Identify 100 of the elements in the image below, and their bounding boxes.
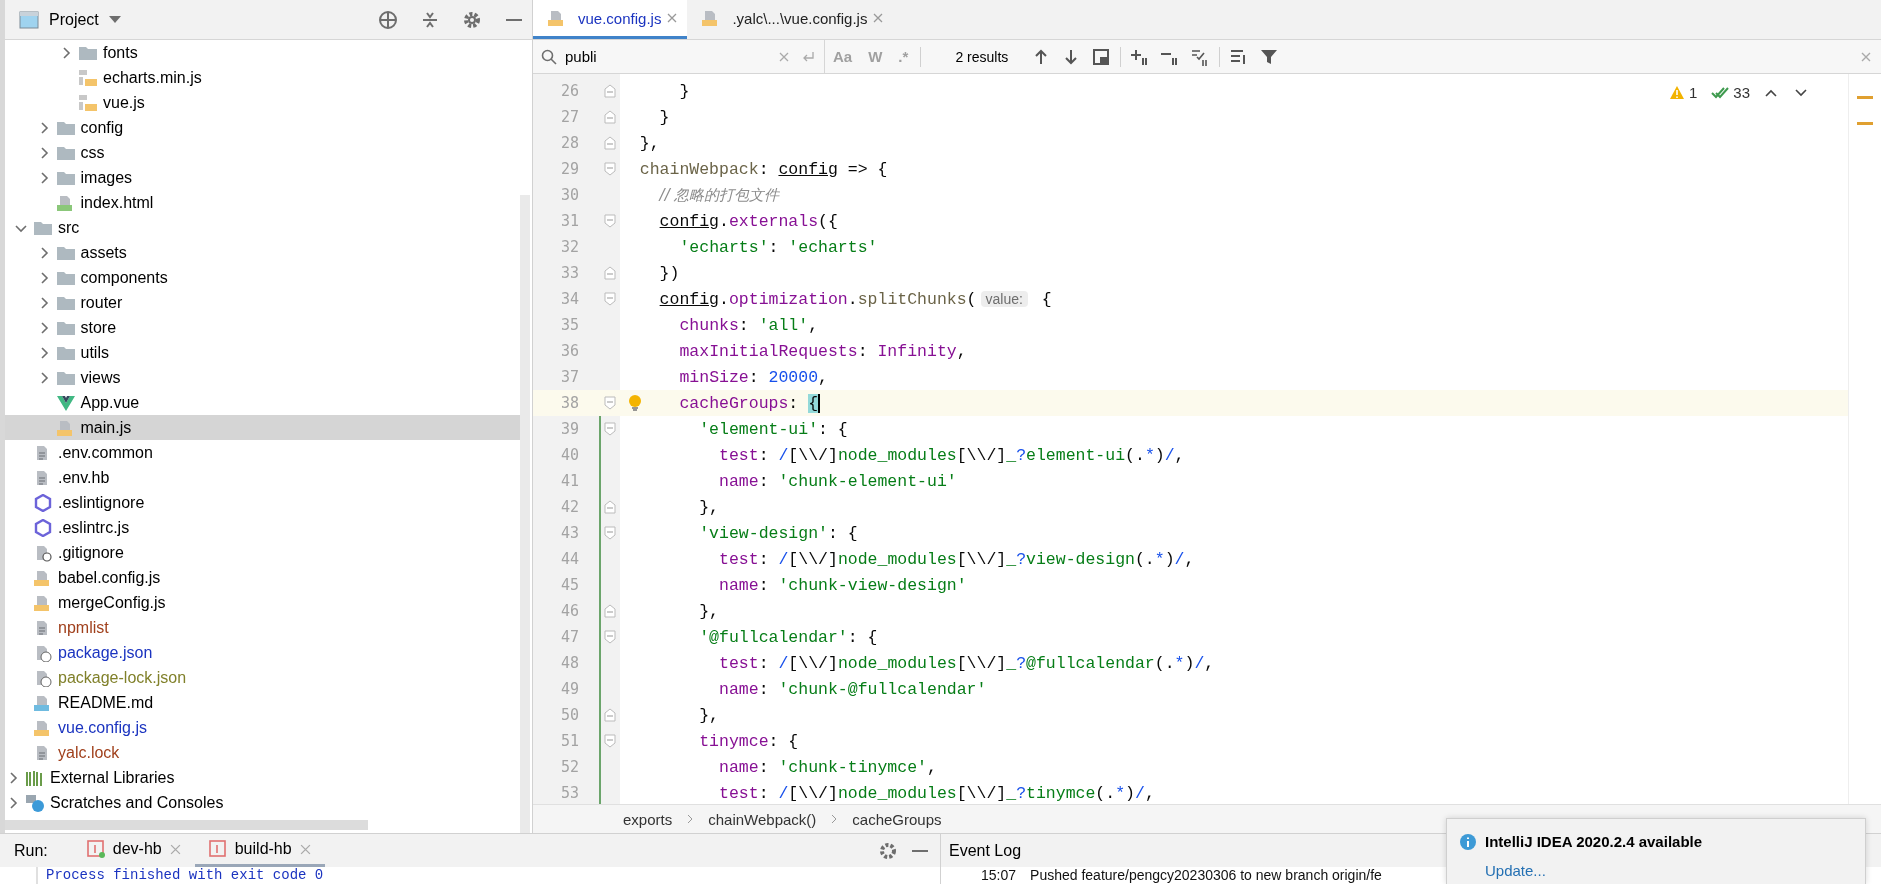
fold-marker-icon[interactable]	[604, 422, 616, 436]
double-check-icon[interactable]	[1711, 85, 1730, 100]
crosshair-icon[interactable]	[378, 9, 398, 30]
update-link[interactable]: Update...	[1485, 862, 1851, 884]
panel-title[interactable]: Project	[49, 10, 99, 29]
line-number: 49	[559, 680, 579, 698]
fold-marker-icon[interactable]	[604, 110, 616, 124]
tree-item[interactable]: vue.js	[5, 90, 520, 115]
tree-item[interactable]: mergeConfig.js	[5, 590, 520, 615]
code-line: name: 'chunk-element-ui'	[719, 471, 957, 491]
fold-marker-icon[interactable]	[604, 708, 616, 722]
run-label: Run:	[14, 841, 48, 860]
fold-marker-icon[interactable]	[604, 214, 616, 228]
close-icon[interactable]	[667, 13, 678, 23]
chevron-right-icon	[830, 814, 839, 824]
line-number: 43	[559, 524, 579, 542]
code-line: config.externals({	[659, 211, 838, 231]
tree-item[interactable]: views	[5, 365, 520, 390]
settings-icon[interactable]	[878, 840, 898, 861]
lightbulb-icon[interactable]	[628, 394, 642, 412]
tree-item[interactable]: Scratches and Consoles	[5, 790, 520, 815]
tree-item[interactable]: utils	[5, 340, 520, 365]
tree-item[interactable]: router	[5, 290, 520, 315]
config-icon	[86, 840, 105, 858]
tree-item[interactable]: package.json	[5, 640, 520, 665]
settings-icon[interactable]	[462, 9, 482, 30]
tree-item[interactable]: main.js	[5, 415, 520, 440]
code-line: name: 'chunk-@fullcalendar'	[719, 679, 987, 699]
dropdown-arrow-icon[interactable]	[108, 15, 121, 24]
add-occurrence-icon[interactable]	[1131, 47, 1150, 66]
tree-item[interactable]: babel.config.js	[5, 565, 520, 590]
tree-item[interactable]: package-lock.json	[5, 665, 520, 690]
close-icon[interactable]	[873, 13, 884, 23]
tree-item[interactable]: npmlist	[5, 615, 520, 640]
breadcrumb[interactable]: chainWebpack()	[708, 810, 817, 828]
scrollbar[interactable]	[5, 820, 368, 830]
run-tab[interactable]: build-hb	[194, 834, 325, 867]
passed-count: 33	[1733, 84, 1750, 101]
chevron-down-icon[interactable]	[1794, 87, 1808, 98]
tree-item[interactable]: vue.config.js	[5, 715, 520, 740]
tree-item-label: .eslintignore	[58, 493, 145, 512]
tree-item[interactable]: echarts.min.js	[5, 65, 520, 90]
tree-item[interactable]: .env.hb	[5, 465, 520, 490]
fold-marker-icon[interactable]	[604, 526, 616, 540]
tree-item-label: Scratches and Consoles	[50, 793, 224, 812]
tree-item-label: App.vue	[80, 393, 140, 412]
tree-item[interactable]: images	[5, 165, 520, 190]
code-line: tinymce: {	[699, 731, 799, 751]
window-icon[interactable]	[1092, 47, 1111, 66]
tree-item[interactable]: config	[5, 115, 520, 140]
fold-marker-icon[interactable]	[604, 396, 616, 410]
select-all-occurrences-icon[interactable]	[1191, 47, 1210, 66]
line-number: 41	[559, 472, 579, 490]
breadcrumb[interactable]: exports	[623, 810, 673, 828]
code-line: minSize: 20000,	[679, 367, 828, 387]
scrollbar[interactable]	[520, 195, 530, 833]
tree-item[interactable]: components	[5, 265, 520, 290]
tree-item[interactable]: .env.common	[5, 440, 520, 465]
line-number: 40	[559, 446, 579, 464]
fold-marker-icon[interactable]	[604, 266, 616, 280]
editor-tab[interactable]: vue.config.js	[533, 0, 688, 39]
library-file-icon	[78, 68, 98, 87]
fold-marker-icon[interactable]	[604, 500, 616, 514]
editor-tab[interactable]: .yalc\...\vue.config.js	[687, 0, 894, 39]
tree-item[interactable]: README.md	[5, 690, 520, 715]
filter-icon[interactable]	[1260, 47, 1279, 66]
tree-item[interactable]: store	[5, 315, 520, 340]
fold-marker-icon[interactable]	[604, 162, 616, 176]
tree-item-label: router	[80, 293, 123, 312]
run-tab[interactable]: dev-hb	[72, 834, 195, 867]
tree-item[interactable]: src	[5, 215, 520, 240]
tree-item[interactable]: External Libraries	[5, 765, 520, 790]
line-number: 35	[559, 316, 579, 334]
info-icon	[1459, 833, 1477, 851]
breadcrumb[interactable]: cacheGroups	[852, 810, 942, 828]
tree-item[interactable]: index.html	[5, 190, 520, 215]
hexagon-icon	[33, 518, 53, 537]
fold-marker-icon[interactable]	[604, 136, 616, 150]
fold-marker-icon[interactable]	[604, 630, 616, 644]
fold-marker-icon[interactable]	[604, 604, 616, 618]
fold-marker-icon[interactable]	[604, 734, 616, 748]
tree-item[interactable]: App.vue	[5, 390, 520, 415]
tree-item[interactable]: .eslintignore	[5, 490, 520, 515]
code-line: // 忽略的打包文件	[659, 185, 780, 205]
tree-item-label: .eslintrc.js	[58, 518, 130, 537]
tree-item-label: README.md	[58, 693, 154, 712]
tree-item[interactable]: .eslintrc.js	[5, 515, 520, 540]
line-number: 44	[559, 550, 579, 568]
line-number: 32	[559, 238, 579, 256]
code-line: chunks: 'all',	[679, 315, 819, 335]
chevron-up-icon[interactable]	[1764, 87, 1778, 98]
fold-marker-icon[interactable]	[604, 84, 616, 98]
fold-marker-icon[interactable]	[604, 292, 616, 306]
tree-item[interactable]: css	[5, 140, 520, 165]
tree-item[interactable]: fonts	[5, 40, 520, 65]
tree-item[interactable]: assets	[5, 240, 520, 265]
tree-item-label: babel.config.js	[58, 568, 161, 587]
tree-item[interactable]: yalc.lock	[5, 740, 520, 765]
code-line: cacheGroups: {	[679, 393, 821, 413]
tree-item[interactable]: .gitignore	[5, 540, 520, 565]
